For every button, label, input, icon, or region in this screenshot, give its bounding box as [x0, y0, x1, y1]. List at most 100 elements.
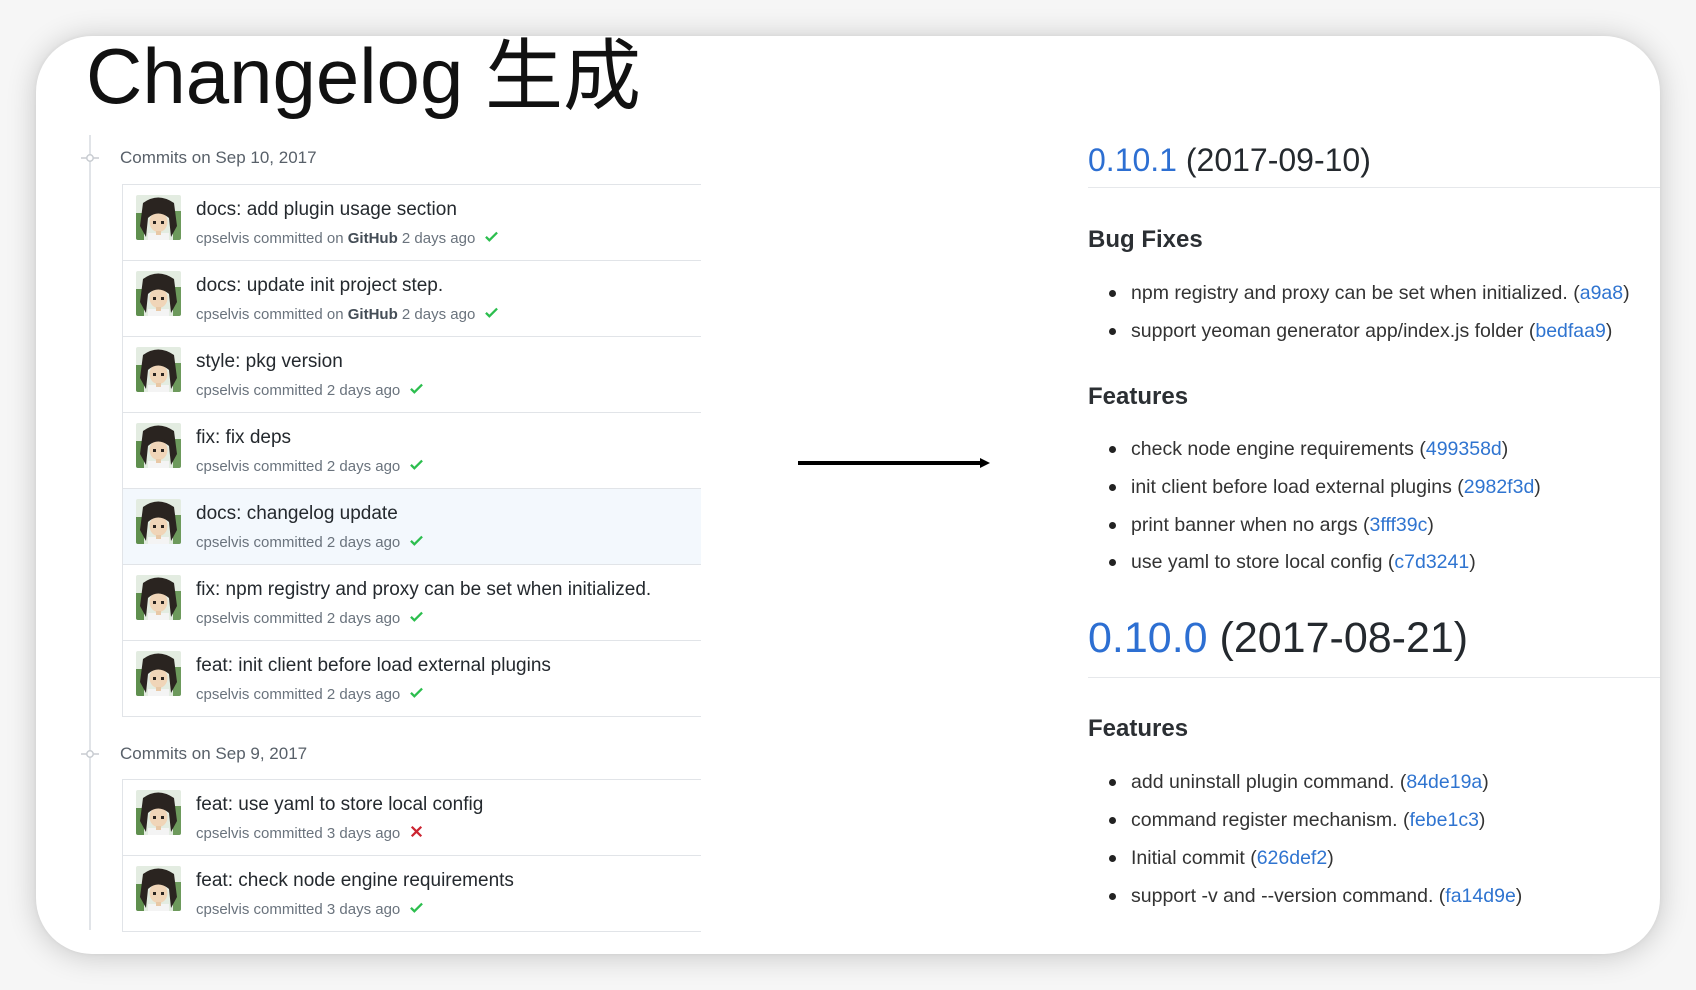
- changelog-item-text: support -v and --version command.: [1131, 885, 1434, 907]
- commit-hash-link[interactable]: c7d3241: [1394, 551, 1469, 573]
- commit-hash-link[interactable]: febe1c3: [1410, 809, 1479, 831]
- check-icon[interactable]: [410, 380, 423, 397]
- commit-action: committed: [253, 610, 323, 627]
- commit-time: 2 days ago: [401, 306, 476, 323]
- check-icon[interactable]: [410, 899, 423, 916]
- check-icon[interactable]: [410, 608, 423, 625]
- commit-ref: a9a8: [1573, 282, 1629, 304]
- author-link[interactable]: cpselvis: [196, 534, 249, 551]
- author-link[interactable]: cpselvis: [196, 306, 249, 323]
- author-link[interactable]: cpselvis: [196, 901, 249, 918]
- section-heading: Features: [1088, 383, 1189, 410]
- commit-time: 2 days ago: [326, 382, 401, 399]
- author-link[interactable]: cpselvis: [196, 610, 249, 627]
- commit-row[interactable]: style: pkg version cpselvis committed 2 …: [123, 337, 701, 413]
- commit-message-link[interactable]: style: pkg version: [196, 349, 343, 375]
- check-icon[interactable]: [410, 532, 423, 549]
- commit-hash-link[interactable]: 499358d: [1426, 438, 1502, 460]
- version-link[interactable]: 0.10.0: [1088, 614, 1208, 662]
- x-icon[interactable]: [410, 823, 423, 840]
- commit-time: 2 days ago: [401, 230, 476, 247]
- avatar[interactable]: [136, 271, 181, 316]
- commit-meta: cpselvis committed 2 days ago: [196, 608, 423, 630]
- avatar[interactable]: [136, 866, 181, 911]
- commit-row[interactable]: docs: add plugin usage section cpselvis …: [123, 185, 701, 261]
- commit-message-link[interactable]: fix: fix deps: [196, 425, 291, 451]
- commit-ref: febe1c3: [1403, 809, 1485, 831]
- changelog-item: init client before load external plugins…: [1088, 473, 1660, 501]
- commit-row[interactable]: feat: check node engine requirements cps…: [123, 856, 701, 932]
- slide-title: Changelog 生成: [86, 36, 641, 120]
- bullet-icon: [1109, 779, 1116, 786]
- avatar[interactable]: [136, 651, 181, 696]
- author-link[interactable]: cpselvis: [196, 686, 249, 703]
- commit-meta: cpselvis committed on GitHub 2 days ago: [196, 228, 498, 250]
- commit-ref: c7d3241: [1388, 551, 1476, 573]
- commit-message-link[interactable]: docs: add plugin usage section: [196, 197, 457, 223]
- commit-action: committed: [253, 686, 323, 703]
- commit-message-link[interactable]: feat: init client before load external p…: [196, 653, 551, 679]
- commit-hash-link[interactable]: a9a8: [1580, 282, 1623, 304]
- commit-hash-link[interactable]: 3fff39c: [1370, 514, 1428, 536]
- commit-time: 2 days ago: [326, 458, 401, 475]
- release-heading: 0.10.1 (2017-09-10): [1088, 140, 1660, 180]
- commit-hash-link[interactable]: fa14d9e: [1445, 885, 1516, 907]
- commit-ref: 626def2: [1250, 847, 1334, 869]
- changelog-item-text: npm registry and proxy can be set when i…: [1131, 282, 1568, 304]
- avatar[interactable]: [136, 195, 181, 240]
- commit-ref: 499358d: [1419, 438, 1508, 460]
- commit-row[interactable]: fix: npm registry and proxy can be set w…: [123, 565, 701, 641]
- bullet-icon: [1109, 446, 1116, 453]
- avatar[interactable]: [136, 423, 181, 468]
- author-link[interactable]: cpselvis: [196, 230, 249, 247]
- commit-action: committed: [253, 825, 323, 842]
- commit-action: committed: [253, 230, 323, 247]
- avatar[interactable]: [136, 347, 181, 392]
- changelog-item-text: print banner when no args: [1131, 514, 1358, 536]
- commit-row[interactable]: feat: use yaml to store local config cps…: [123, 780, 701, 856]
- git-commit-icon: [81, 749, 99, 759]
- commit-hash-link[interactable]: bedfaa9: [1535, 320, 1606, 342]
- bullet-icon: [1109, 559, 1116, 566]
- changelog-item: support -v and --version command. fa14d9…: [1088, 882, 1660, 910]
- commit-row[interactable]: fix: fix deps cpselvis committed 2 days …: [123, 413, 701, 489]
- heading-divider: [1088, 677, 1660, 678]
- commit-message-link[interactable]: fix: npm registry and proxy can be set w…: [196, 577, 651, 603]
- avatar[interactable]: [136, 790, 181, 835]
- changelog-item: use yaml to store local config c7d3241: [1088, 548, 1660, 576]
- commit-message-link[interactable]: docs: update init project step.: [196, 273, 443, 299]
- author-link[interactable]: cpselvis: [196, 825, 249, 842]
- commit-hash-link[interactable]: 84de19a: [1406, 771, 1482, 793]
- commit-row[interactable]: docs: update init project step. cpselvis…: [123, 261, 701, 337]
- bullet-icon: [1109, 484, 1116, 491]
- commit-message-link[interactable]: feat: use yaml to store local config: [196, 792, 483, 818]
- commit-list: feat: use yaml to store local config cps…: [122, 779, 701, 932]
- release-date: (2017-09-10): [1185, 142, 1371, 178]
- check-icon[interactable]: [485, 228, 498, 245]
- author-link[interactable]: cpselvis: [196, 458, 249, 475]
- commit-hash-link[interactable]: 626def2: [1257, 847, 1328, 869]
- commit-time: 2 days ago: [326, 686, 401, 703]
- changelog-item: command register mechanism. febe1c3: [1088, 806, 1660, 834]
- commit-action: committed: [253, 901, 323, 918]
- bullet-icon: [1109, 855, 1116, 862]
- commit-hash-link[interactable]: 2982f3d: [1464, 476, 1535, 498]
- commit-ref: 84de19a: [1400, 771, 1489, 793]
- version-link[interactable]: 0.10.1: [1088, 142, 1177, 178]
- commit-meta: cpselvis committed 2 days ago: [196, 380, 423, 402]
- commit-meta: cpselvis committed 2 days ago: [196, 684, 423, 706]
- check-icon[interactable]: [485, 304, 498, 321]
- check-icon[interactable]: [410, 684, 423, 701]
- commit-message-link[interactable]: docs: changelog update: [196, 501, 398, 527]
- avatar[interactable]: [136, 575, 181, 620]
- check-icon[interactable]: [410, 456, 423, 473]
- commit-row[interactable]: feat: init client before load external p…: [123, 641, 701, 717]
- arrow-right-icon: [798, 458, 990, 468]
- commit-meta: cpselvis committed 2 days ago: [196, 532, 423, 554]
- avatar[interactable]: [136, 499, 181, 544]
- commit-row-highlighted[interactable]: docs: changelog update cpselvis committe…: [123, 489, 701, 565]
- author-link[interactable]: cpselvis: [196, 382, 249, 399]
- section-heading: Bug Fixes: [1088, 226, 1203, 253]
- changelog-item-text: support yeoman generator app/index.js fo…: [1131, 320, 1524, 342]
- commit-message-link[interactable]: feat: check node engine requirements: [196, 868, 514, 894]
